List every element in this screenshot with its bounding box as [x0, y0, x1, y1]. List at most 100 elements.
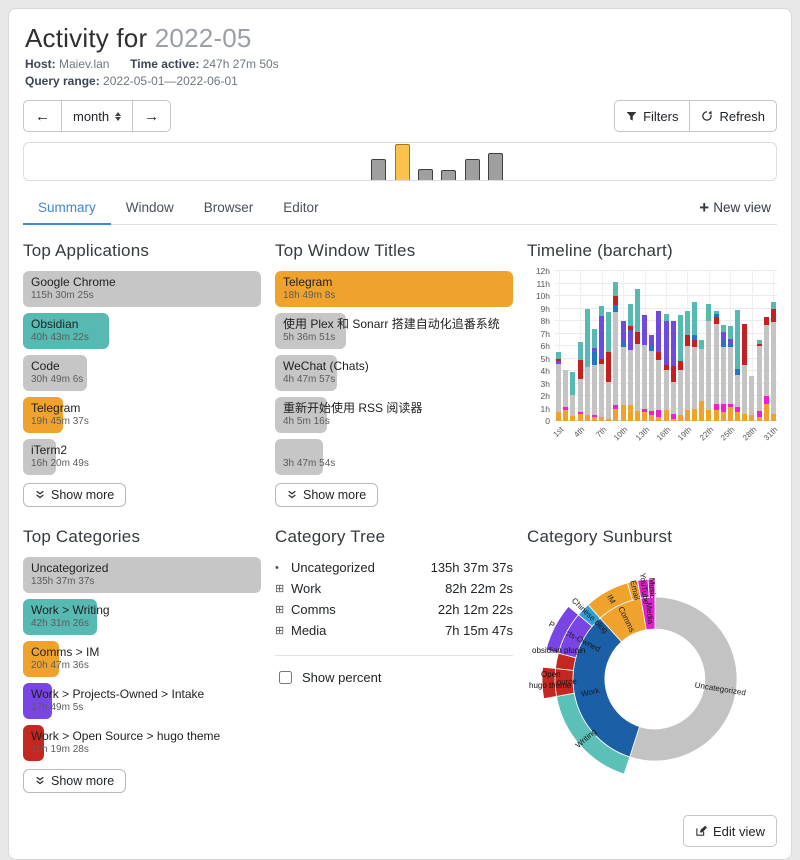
timeline-bar-segment [628, 330, 633, 350]
timeline-bar-segment [599, 364, 604, 418]
timeline-bar-segment [628, 405, 633, 421]
timeline-bar-segment [642, 412, 647, 421]
timeline-bar-segment [764, 325, 769, 396]
filter-refresh-group: Filters Refresh [614, 100, 777, 132]
timeline-bar [742, 324, 747, 422]
item-duration: 42h 31m 26s [31, 618, 253, 630]
timeline-bar-segment [599, 306, 604, 316]
item-title: iTerm2 [31, 443, 253, 457]
timeline-bar [714, 311, 719, 421]
show-more-button[interactable]: Show more [275, 483, 378, 507]
title-prefix: Activity for [25, 23, 147, 53]
show-percent-toggle[interactable]: Show percent [275, 668, 513, 687]
category-duration: 82h 22m 2s [445, 581, 513, 596]
overview-bar[interactable] [465, 159, 480, 180]
activity-dashboard: Activity for 2022-05 Host: Maiev.lan Tim… [8, 8, 792, 860]
overview-bar[interactable] [488, 153, 503, 180]
host-label: Host: [25, 57, 56, 71]
overview-bar-current[interactable] [395, 144, 410, 180]
y-axis-label: 10h [527, 291, 550, 301]
summary-grid: Top Applications Google Chrome115h 30m 2… [23, 241, 777, 797]
page-header: Activity for 2022-05 Host: Maiev.lan Tim… [15, 19, 785, 88]
time-active-value: 247h 27m 50s [203, 57, 279, 71]
timeline-bar-segment [721, 404, 726, 413]
tab-editor[interactable]: Editor [268, 192, 333, 224]
timeline-bar-segment [599, 316, 604, 359]
show-percent-checkbox[interactable] [279, 671, 292, 684]
edit-view-button[interactable]: Edit view [683, 815, 777, 847]
x-axis-label: 4th [572, 425, 586, 439]
category-name: Media [291, 623, 445, 638]
x-axis-label: 25th [719, 425, 736, 442]
category-tree-row[interactable]: ⊞Media7h 15m 47s [275, 620, 513, 641]
expand-icon[interactable]: ⊞ [275, 603, 291, 616]
timeline-bar-segment [570, 395, 575, 416]
double-chevron-down-icon [287, 490, 297, 500]
filters-button[interactable]: Filters [614, 100, 690, 132]
overview-bar[interactable] [418, 169, 433, 180]
expand-icon[interactable]: ⊞ [275, 582, 291, 595]
plus-icon: + [699, 199, 709, 216]
timeline-bar-segment [613, 282, 618, 296]
edit-pencil-icon [695, 825, 707, 837]
expand-icon[interactable]: ⊞ [275, 624, 291, 637]
show-more-button[interactable]: Show more [23, 769, 126, 793]
overview-bar[interactable] [371, 159, 386, 180]
item-title: WeChat (Chats) [283, 359, 505, 373]
timeline-bar [570, 372, 575, 421]
x-axis-label: 13th [634, 425, 651, 442]
top-window-titles-list: Telegram18h 49m 8s使用 Plex 和 Sonarr 搭建自动化… [275, 271, 513, 475]
item-duration: 20h 47m 36s [31, 660, 253, 672]
timeline-bar-segment [585, 309, 590, 368]
refresh-button[interactable]: Refresh [689, 100, 777, 132]
activity-overview-chart[interactable] [23, 142, 777, 181]
timeline-bar-segment [721, 325, 726, 333]
y-axis-label: 5h [527, 354, 550, 364]
arrow-left-icon: ← [35, 109, 50, 124]
item-duration: 30h 49m 6s [31, 374, 253, 386]
timeline-bar-segment [749, 376, 754, 415]
item-duration: 18h 49m 8s [283, 290, 505, 302]
y-axis-label: 0 [527, 416, 550, 426]
period-select[interactable]: month [61, 100, 133, 132]
item-duration: 10h 19m 28s [31, 744, 253, 756]
item-title: Code [31, 359, 253, 373]
category-tree-row[interactable]: ⊞Comms22h 12m 22s [275, 599, 513, 620]
tab-summary[interactable]: Summary [23, 192, 111, 225]
show-more-button[interactable]: Show more [23, 483, 126, 507]
overview-bar[interactable] [441, 170, 456, 180]
list-item: Work > Projects-Owned > Intake17h 49m 5s [23, 683, 261, 719]
category-tree-row[interactable]: ⊞Work82h 22m 2s [275, 578, 513, 599]
timeline-bar-segment [635, 332, 640, 343]
timeline-bar-segment [642, 315, 647, 345]
timeline-bar-segment [635, 344, 640, 412]
view-tabs: SummaryWindowBrowserEditor + New view [23, 191, 777, 225]
timeline-bar-segment [771, 309, 776, 323]
timeline-bar-segment [556, 412, 561, 421]
x-axis-label: 7th [594, 425, 608, 439]
timeline-bar-segment [656, 352, 661, 360]
prev-period-button[interactable]: ← [23, 100, 62, 132]
edit-view-label: Edit view [713, 824, 765, 839]
next-period-button[interactable]: → [132, 100, 171, 132]
new-view-button[interactable]: + New view [693, 191, 777, 224]
list-item: Uncategorized135h 37m 37s [23, 557, 261, 593]
new-view-label: New view [713, 200, 771, 215]
timeline-bar-segment [592, 352, 597, 366]
item-duration: 16h 20m 49s [31, 458, 253, 470]
timeline-bar [642, 315, 647, 421]
timeline-bar-segment [699, 401, 704, 421]
time-active-label: Time active: [130, 57, 199, 71]
timeline-bar-segment [606, 312, 611, 352]
timeline-bar-segment [685, 346, 690, 410]
timeline-bar-segment [706, 321, 711, 410]
show-more-label: Show more [51, 488, 114, 502]
period-select-value: month [73, 109, 109, 124]
tab-browser[interactable]: Browser [189, 192, 269, 224]
tab-window[interactable]: Window [111, 192, 189, 224]
timeline-bar-segment [563, 410, 568, 421]
timeline-bar [749, 376, 754, 421]
y-axis-label: 2h [527, 391, 550, 401]
section-title-category-sunburst: Category Sunburst [527, 527, 777, 547]
timeline-bar-segment [664, 410, 669, 421]
